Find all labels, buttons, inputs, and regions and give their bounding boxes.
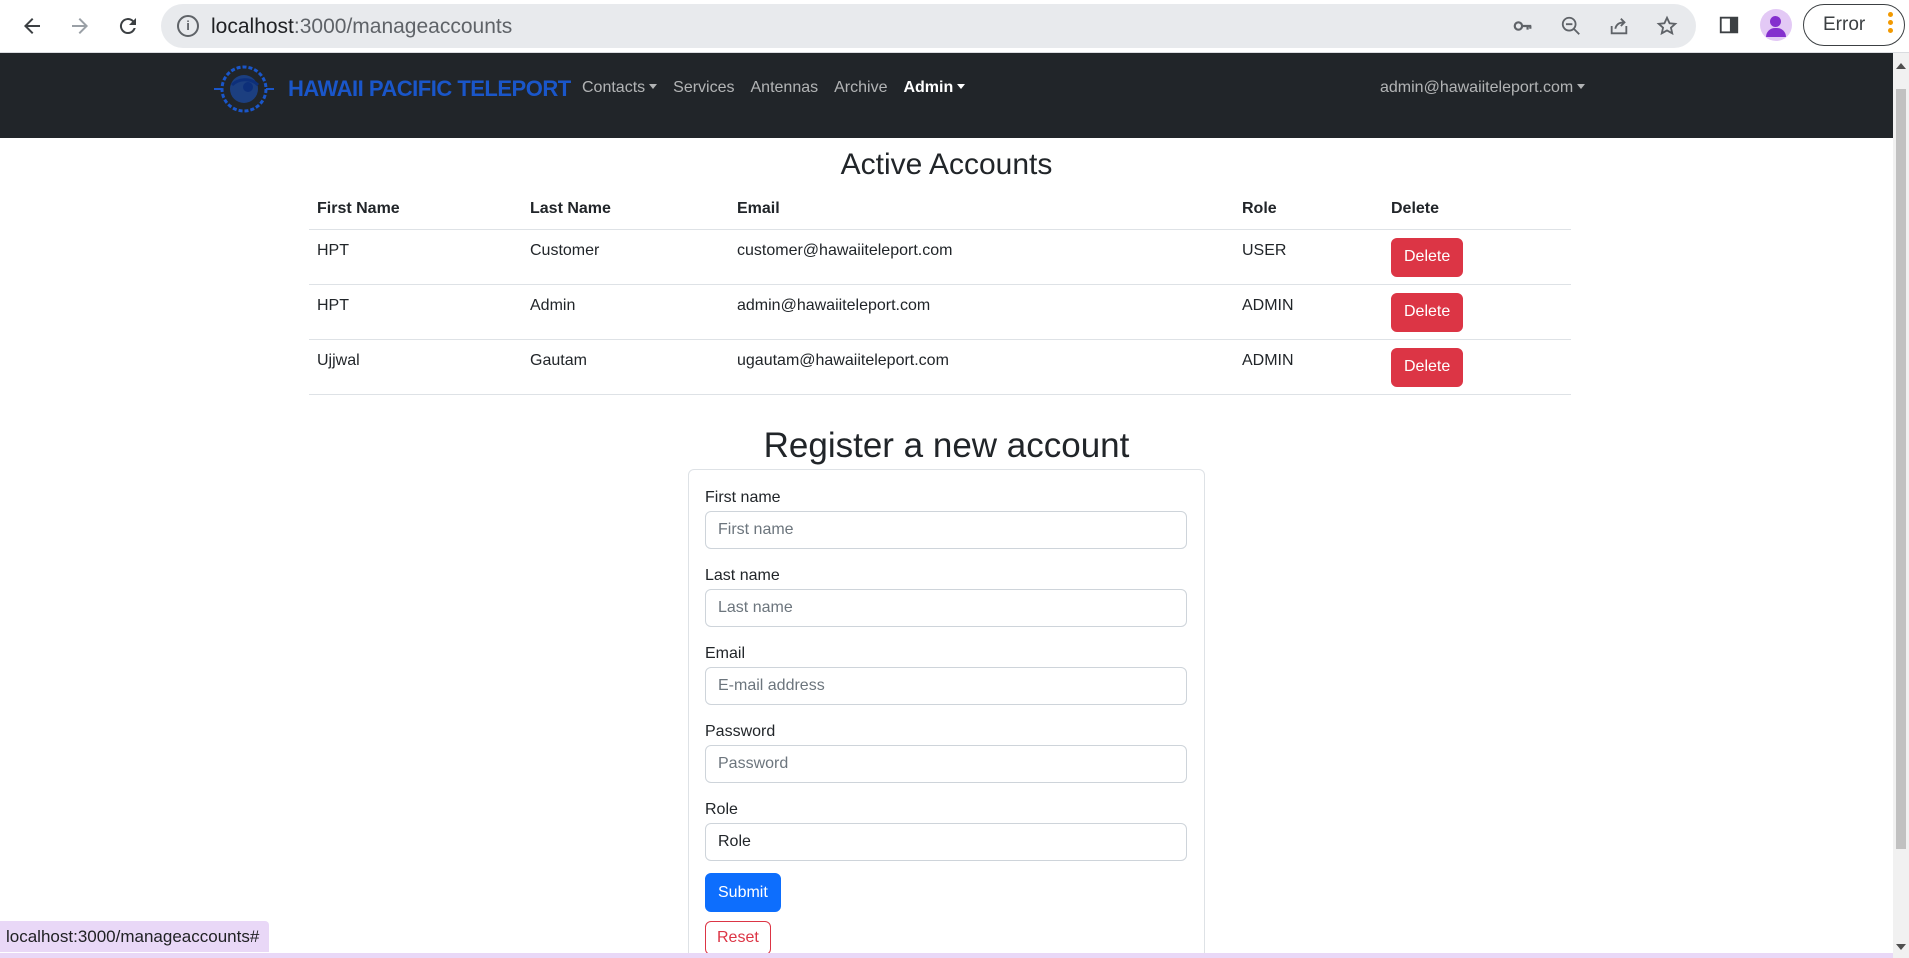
url-host: localhost	[211, 15, 294, 38]
first-name-label: First name	[705, 489, 781, 506]
password-input[interactable]	[705, 745, 1187, 783]
key-icon[interactable]	[1509, 12, 1537, 40]
column-header: Role	[1234, 189, 1383, 230]
table-row: HPT Customer customer@hawaiiteleport.com…	[309, 229, 1571, 285]
cell-first-name: Ujjwal	[309, 339, 522, 395]
accounts-table: First Name Last Name Email Role Delete H…	[309, 189, 1571, 395]
column-header: Delete	[1383, 189, 1571, 230]
email-label: Email	[705, 645, 746, 662]
delete-button[interactable]: Delete	[1391, 347, 1464, 387]
nav-archive[interactable]: Archive	[834, 79, 887, 97]
table-header-row: First Name Last Name Email Role Delete	[309, 189, 1571, 230]
nav-admin-label: Admin	[903, 79, 954, 96]
browser-toolbar: i localhost:3000/manageaccounts Error	[0, 0, 1909, 53]
cell-first-name: HPT	[309, 229, 522, 285]
zoom-out-icon[interactable]	[1557, 12, 1585, 40]
main-nav: Contacts Services Antennas Archive Admin	[582, 79, 981, 97]
active-accounts-title: Active Accounts	[840, 148, 1053, 181]
kebab-menu-icon	[1888, 12, 1894, 36]
reset-button[interactable]: Reset	[705, 921, 771, 955]
bookmark-star-icon[interactable]	[1653, 12, 1681, 40]
nav-services[interactable]: Services	[673, 79, 734, 97]
nav-contacts-label: Contacts	[582, 79, 646, 96]
table-row: HPT Admin admin@hawaiiteleport.com ADMIN…	[309, 284, 1571, 340]
last-name-label: Last name	[705, 567, 780, 584]
cell-role: ADMIN	[1234, 339, 1383, 395]
cell-delete: Delete	[1383, 284, 1571, 340]
page-scrollbar[interactable]	[1893, 53, 1909, 958]
password-label: Password	[705, 723, 776, 740]
cell-last-name: Gautam	[522, 339, 729, 395]
error-label: Error	[1823, 14, 1866, 35]
user-email: admin@hawaiiteleport.com	[1380, 79, 1574, 96]
address-url[interactable]: localhost:3000/manageaccounts	[211, 15, 512, 39]
cell-email: customer@hawaiiteleport.com	[729, 229, 1234, 285]
cell-last-name: Admin	[522, 284, 729, 340]
top-navbar: HAWAII PACIFIC TELEPORT Contacts Service…	[0, 53, 1893, 138]
column-header: Last Name	[522, 189, 729, 230]
caret-down-icon	[649, 84, 658, 89]
url-path: :3000/manageaccounts	[293, 15, 513, 38]
share-icon[interactable]	[1605, 12, 1633, 40]
cell-delete: Delete	[1383, 339, 1571, 395]
nav-admin[interactable]: Admin	[903, 79, 966, 97]
role-select[interactable]: Role	[705, 823, 1187, 861]
error-menu-button[interactable]: Error	[1803, 4, 1905, 46]
last-name-input[interactable]	[705, 589, 1187, 627]
submit-button[interactable]: Submit	[705, 873, 781, 912]
cell-email: admin@hawaiiteleport.com	[729, 284, 1234, 340]
scroll-down-arrow-icon[interactable]	[1896, 944, 1906, 950]
side-panel-icon[interactable]	[1713, 9, 1745, 41]
cell-role: USER	[1234, 229, 1383, 285]
satellite-globe-logo-icon	[214, 65, 274, 113]
cell-email: ugautam@hawaiiteleport.com	[729, 339, 1234, 395]
address-bar[interactable]: i localhost:3000/manageaccounts	[161, 4, 1696, 48]
user-dropdown[interactable]: admin@hawaiiteleport.com	[1380, 79, 1586, 97]
role-label: Role	[705, 801, 738, 818]
page-viewport: HAWAII PACIFIC TELEPORT Contacts Service…	[0, 53, 1893, 958]
cell-role: ADMIN	[1234, 284, 1383, 340]
first-name-input[interactable]	[705, 511, 1187, 549]
cell-first-name: HPT	[309, 284, 522, 340]
cell-delete: Delete	[1383, 229, 1571, 285]
brand-link[interactable]: HAWAII PACIFIC TELEPORT	[208, 63, 571, 115]
delete-button[interactable]: Delete	[1391, 237, 1464, 277]
table-row: Ujjwal Gautam ugautam@hawaiiteleport.com…	[309, 339, 1571, 395]
column-header: Email	[729, 189, 1234, 230]
forward-arrow-icon[interactable]	[62, 8, 98, 44]
register-form: First name Last name Email Password Role…	[688, 469, 1205, 958]
reload-icon[interactable]	[110, 8, 146, 44]
register-title: Register a new account	[763, 426, 1130, 465]
caret-down-icon	[1577, 84, 1586, 89]
bottom-edge	[0, 953, 1893, 958]
cell-last-name: Customer	[522, 229, 729, 285]
nav-contacts[interactable]: Contacts	[582, 79, 658, 97]
scroll-thumb[interactable]	[1896, 89, 1906, 849]
site-info-icon[interactable]: i	[177, 15, 199, 37]
back-arrow-icon[interactable]	[14, 8, 50, 44]
scroll-up-arrow-icon[interactable]	[1896, 63, 1906, 69]
caret-down-icon	[957, 84, 966, 89]
column-header: First Name	[309, 189, 522, 230]
nav-antennas[interactable]: Antennas	[751, 79, 819, 97]
link-status-bar: localhost:3000/manageaccounts#	[0, 921, 270, 952]
profile-avatar-icon[interactable]	[1760, 9, 1792, 41]
delete-button[interactable]: Delete	[1391, 292, 1464, 332]
email-input[interactable]	[705, 667, 1187, 705]
brand-name: HAWAII PACIFIC TELEPORT	[288, 76, 571, 101]
